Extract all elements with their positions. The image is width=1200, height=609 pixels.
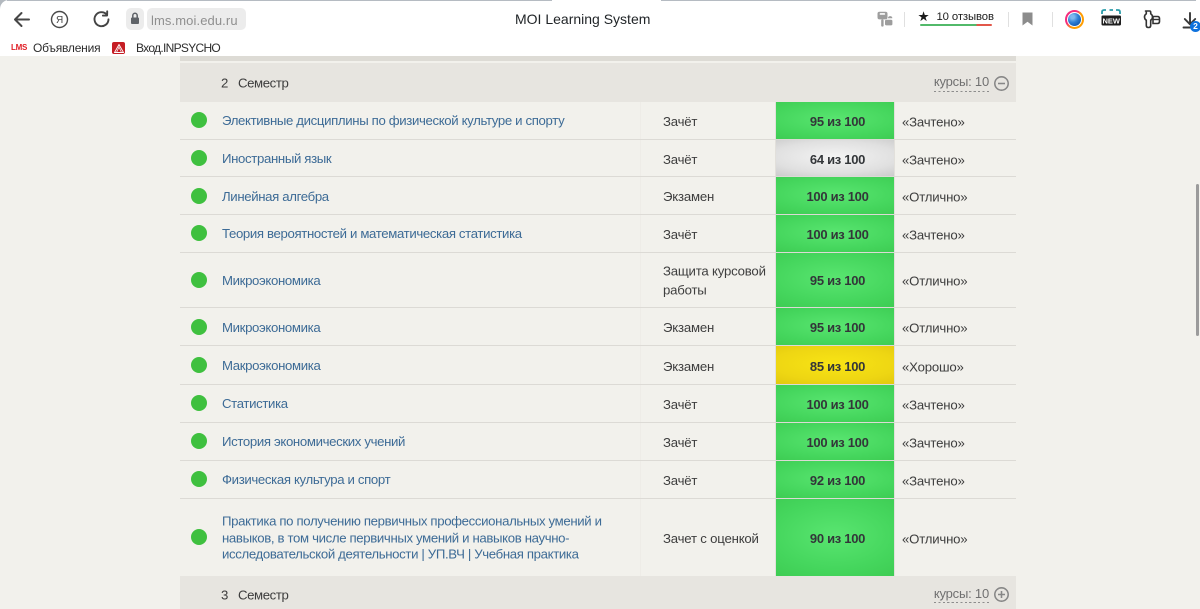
svg-text:NEW: NEW [1102,17,1120,26]
svg-text:Я: Я [56,15,63,26]
